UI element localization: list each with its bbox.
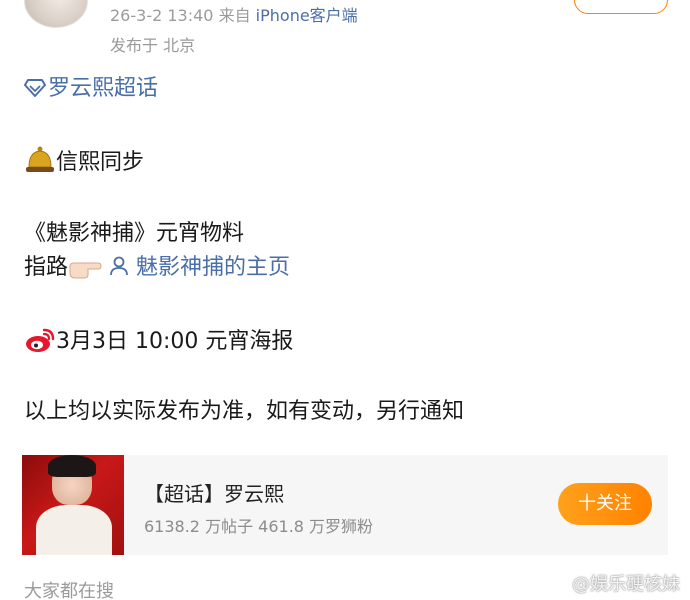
super-topic-card[interactable]: 【超话】罗云熙 6138.2 万帖子 461.8 万罗狮粉 十关注 xyxy=(22,455,668,555)
topic-link[interactable]: 罗云熙超话 xyxy=(24,74,158,107)
pointing-hand-icon xyxy=(68,258,102,289)
guide-line: 指路 魅影神捕的主页 xyxy=(24,253,290,289)
guide-link-label: 魅影神捕的主页 xyxy=(136,255,291,280)
sync-line: 信熙同步 xyxy=(24,145,144,184)
bell-icon xyxy=(24,145,56,184)
card-title: 【超话】罗云熙 xyxy=(144,482,284,506)
schedule-line: 3月3日 10:00 元宵海报 xyxy=(24,326,293,363)
client-link[interactable]: iPhone客户端 xyxy=(256,6,358,25)
post-time: 26-3-2 13:40 xyxy=(110,6,214,25)
follow-button[interactable]: 十关注 xyxy=(558,483,652,525)
user-icon xyxy=(109,255,136,280)
weibo-logo-icon xyxy=(24,326,56,363)
follow-button-top[interactable] xyxy=(574,0,668,14)
trending-search-label: 大家都在搜 xyxy=(24,581,114,600)
guide-link[interactable]: 魅影神捕的主页 xyxy=(102,255,290,280)
material-line: 《魅影神捕》元宵物料 xyxy=(24,221,245,246)
diamond-icon xyxy=(24,77,46,107)
source-prefix: 来自 xyxy=(218,6,251,25)
post-location: 发布于 北京 xyxy=(110,36,196,55)
sync-text: 信熙同步 xyxy=(56,150,145,175)
card-stats: 6138.2 万帖子 461.8 万罗狮粉 xyxy=(144,517,374,536)
watermark: @娱乐硬核妹 xyxy=(572,574,680,595)
schedule-text: 3月3日 10:00 元宵海报 xyxy=(56,329,294,354)
topic-label: 罗云熙超话 xyxy=(48,76,159,101)
post-meta: 26-3-2 13:40 来自 iPhone客户端 xyxy=(110,2,358,26)
notice-line: 以上均以实际发布为准，如有变动，另行通知 xyxy=(24,399,465,424)
weibo-post: 26-3-2 13:40 来自 iPhone客户端 发布于 北京 罗云熙超话 信… xyxy=(0,0,690,600)
guide-prefix: 指路 xyxy=(24,255,69,280)
avatar[interactable] xyxy=(24,0,88,28)
topic-cover-image xyxy=(22,455,124,555)
